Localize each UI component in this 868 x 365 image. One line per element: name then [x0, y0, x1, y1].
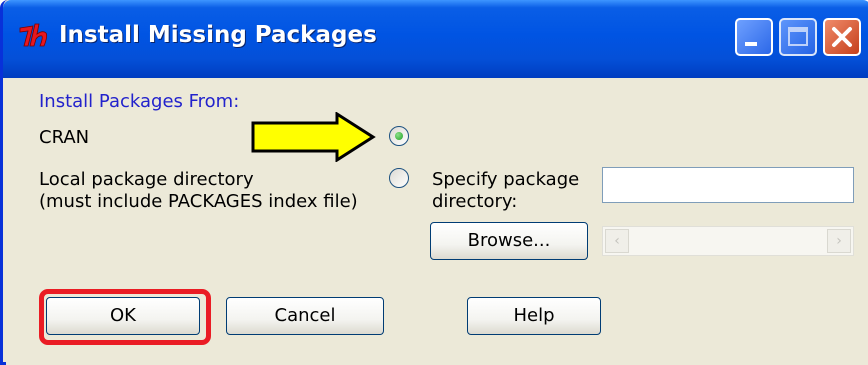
- minimize-button[interactable]: [735, 18, 773, 56]
- maximize-icon: [788, 27, 808, 46]
- scroll-left-icon[interactable]: ‹: [605, 229, 629, 253]
- close-icon: [832, 27, 852, 47]
- browse-button[interactable]: Browse...: [430, 222, 588, 260]
- tk-feather-icon: [19, 23, 48, 47]
- cancel-button[interactable]: Cancel: [226, 297, 384, 335]
- local-dir-note: (must include PACKAGES index file): [39, 191, 358, 212]
- directory-field[interactable]: [602, 167, 854, 203]
- yellow-arrow-icon: [251, 112, 376, 162]
- maximize-button[interactable]: [779, 18, 817, 56]
- dialog-window: Install Missing Packages Install Package…: [0, 0, 868, 365]
- specify-dir-label: Specify package: [432, 169, 580, 190]
- minimize-icon: [745, 42, 757, 46]
- ok-button[interactable]: OK: [46, 297, 200, 335]
- help-button[interactable]: Help: [467, 297, 601, 335]
- scroll-right-icon[interactable]: ›: [827, 229, 851, 253]
- directory-scrollbar[interactable]: ‹ ›: [602, 226, 854, 256]
- window-title: Install Missing Packages: [59, 22, 377, 48]
- specify-dir-label-2: directory:: [432, 191, 518, 212]
- radio-selected-dot: [395, 132, 403, 140]
- local-dir-label: Local package directory: [39, 169, 254, 190]
- cran-label: CRAN: [39, 127, 90, 148]
- cran-radio[interactable]: [389, 126, 409, 146]
- local-dir-radio[interactable]: [389, 168, 409, 188]
- close-button[interactable]: [823, 18, 861, 56]
- title-bar[interactable]: Install Missing Packages: [3, 0, 868, 78]
- install-from-label: Install Packages From:: [39, 91, 240, 112]
- dialog-body: Install Packages From: CRAN Local packag…: [6, 78, 868, 365]
